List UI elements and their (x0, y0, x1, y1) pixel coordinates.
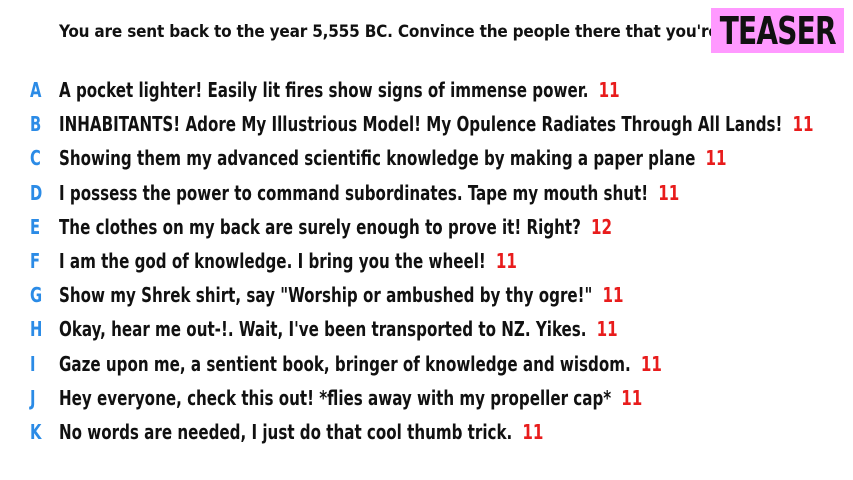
answer-letter: B (30, 112, 42, 137)
answer-text: The clothes on my back are surely enough… (59, 214, 581, 239)
answer-letter: H (30, 317, 43, 342)
answer-row-b: B INHABITANTS! Adore My Illustrious Mode… (0, 107, 853, 141)
answer-score: 11 (658, 180, 680, 205)
answer-text: Hey everyone, check this out! *flies awa… (59, 385, 612, 410)
answer-row-k: K No words are needed, I just do that co… (0, 415, 853, 449)
answer-text-wrap: Showing them my advanced scientific know… (59, 148, 726, 168)
answer-text: Gaze upon me, a sentient book, bringer o… (59, 351, 631, 376)
answer-row-e: E The clothes on my back are surely enou… (0, 210, 853, 244)
answer-row-h: H Okay, hear me out-!. Wait, I've been t… (0, 312, 853, 346)
answer-letter: I (30, 351, 36, 376)
answer-letter: A (30, 78, 42, 103)
answer-score: 11 (495, 249, 517, 274)
answer-score: 11 (522, 419, 544, 444)
answer-row-a: A A pocket lighter! Easily lit fires sho… (0, 73, 853, 107)
answer-text-wrap: INHABITANTS! Adore My Illustrious Model!… (59, 114, 814, 134)
answer-letter: K (30, 419, 42, 444)
answer-row-f: F I am the god of knowledge. I bring you… (0, 244, 853, 278)
answer-text-wrap: Show my Shrek shirt, say "Worship or amb… (59, 285, 624, 305)
answer-text-wrap: A pocket lighter! Easily lit fires show … (59, 80, 620, 100)
answer-score: 11 (596, 317, 618, 342)
answer-text-wrap: The clothes on my back are surely enough… (59, 217, 612, 237)
answer-list: A A pocket lighter! Easily lit fires sho… (0, 73, 853, 449)
answer-text-wrap: I possess the power to command subordina… (59, 183, 679, 203)
answer-score: 11 (640, 351, 662, 376)
answer-row-c: C Showing them my advanced scientific kn… (0, 141, 853, 175)
prompt-text: You are sent back to the year 5,555 BC. … (59, 22, 777, 42)
answer-score: 11 (602, 283, 624, 308)
answer-text: I possess the power to command subordina… (59, 180, 649, 205)
answer-text: Okay, hear me out-!. Wait, I've been tra… (59, 317, 587, 342)
answer-text-wrap: I am the god of knowledge. I bring you t… (59, 251, 517, 271)
answer-score: 11 (792, 112, 814, 137)
teaser-badge-label: TEASER (719, 8, 836, 53)
answer-row-i: I Gaze upon me, a sentient book, bringer… (0, 347, 853, 381)
answer-letter: E (30, 214, 41, 239)
answer-score: 11 (621, 385, 643, 410)
answer-text: I am the god of knowledge. I bring you t… (59, 249, 486, 274)
answer-text-wrap: Gaze upon me, a sentient book, bringer o… (59, 354, 662, 374)
answer-text-wrap: Hey everyone, check this out! *flies awa… (59, 388, 642, 408)
answer-letter: D (30, 180, 43, 205)
answer-letter: J (30, 385, 36, 410)
answer-text: Show my Shrek shirt, say "Worship or amb… (59, 283, 593, 308)
answer-text-wrap: Okay, hear me out-!. Wait, I've been tra… (59, 319, 618, 339)
answer-letter: G (30, 283, 43, 308)
answer-letter: F (30, 249, 41, 274)
answer-text: No words are needed, I just do that cool… (59, 419, 513, 444)
answer-score: 11 (705, 146, 727, 171)
answer-letter: C (30, 146, 41, 171)
teaser-badge: TEASER (711, 8, 844, 53)
answer-row-d: D I possess the power to command subordi… (0, 176, 853, 210)
answer-row-g: G Show my Shrek shirt, say "Worship or a… (0, 278, 853, 312)
answer-text-wrap: No words are needed, I just do that cool… (59, 422, 543, 442)
answer-text: INHABITANTS! Adore My Illustrious Model!… (59, 112, 783, 137)
answer-row-j: J Hey everyone, check this out! *flies a… (0, 381, 853, 415)
answer-score: 12 (591, 214, 613, 239)
answer-text: Showing them my advanced scientific know… (59, 146, 696, 171)
answer-text: A pocket lighter! Easily lit fires show … (59, 78, 589, 103)
answer-score: 11 (598, 78, 620, 103)
